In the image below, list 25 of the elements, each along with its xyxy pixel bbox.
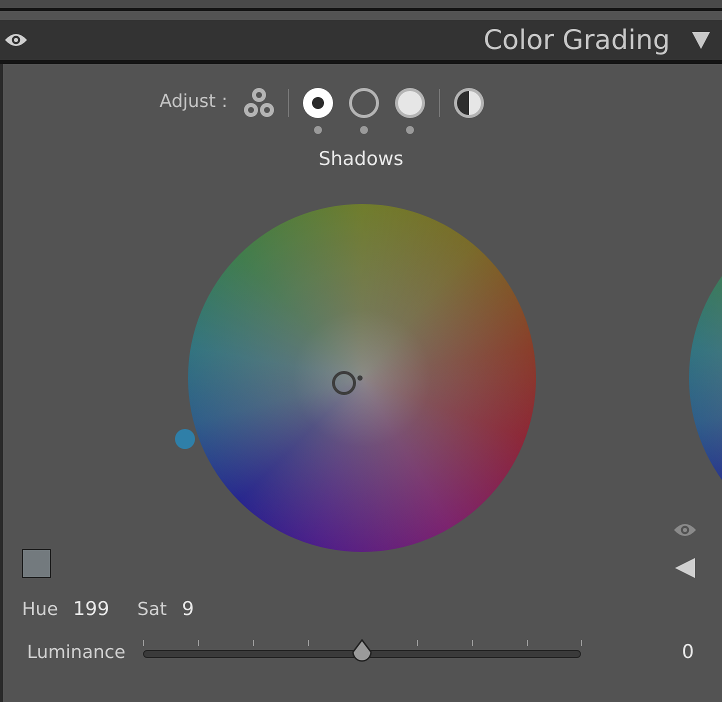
luminance-label: Luminance	[27, 642, 126, 662]
dot-icon	[314, 126, 322, 134]
midtones-mode-icon[interactable]	[346, 86, 381, 120]
eye-icon[interactable]	[4, 32, 28, 48]
three-way-mode-icon[interactable]	[242, 86, 276, 120]
adjust-label: Adjust :	[159, 91, 228, 112]
collapse-triangle-icon[interactable]	[692, 31, 710, 49]
dot-icon	[360, 126, 368, 134]
sat-label: Sat	[137, 599, 167, 620]
dot-icon	[406, 126, 414, 134]
global-mode-icon[interactable]	[452, 86, 486, 120]
luminance-value[interactable]: 0	[682, 641, 694, 663]
slider-thumb[interactable]	[351, 639, 374, 663]
wheel-label: Shadows	[318, 148, 404, 170]
panel-header[interactable]: Color Grading	[0, 20, 722, 64]
shadows-mode-icon[interactable]	[300, 86, 335, 120]
sat-value[interactable]: 9	[182, 598, 194, 620]
hue-value[interactable]: 199	[73, 598, 110, 620]
luminance-slider[interactable]	[143, 640, 582, 664]
color-swatch[interactable]	[22, 549, 51, 578]
panel-title: Color Grading	[483, 24, 670, 56]
hue-label: Hue	[22, 599, 58, 620]
expand-triangle-icon[interactable]	[674, 558, 696, 578]
highlights-mode-icon[interactable]	[392, 86, 427, 120]
hue-handle-icon[interactable]	[175, 429, 195, 449]
